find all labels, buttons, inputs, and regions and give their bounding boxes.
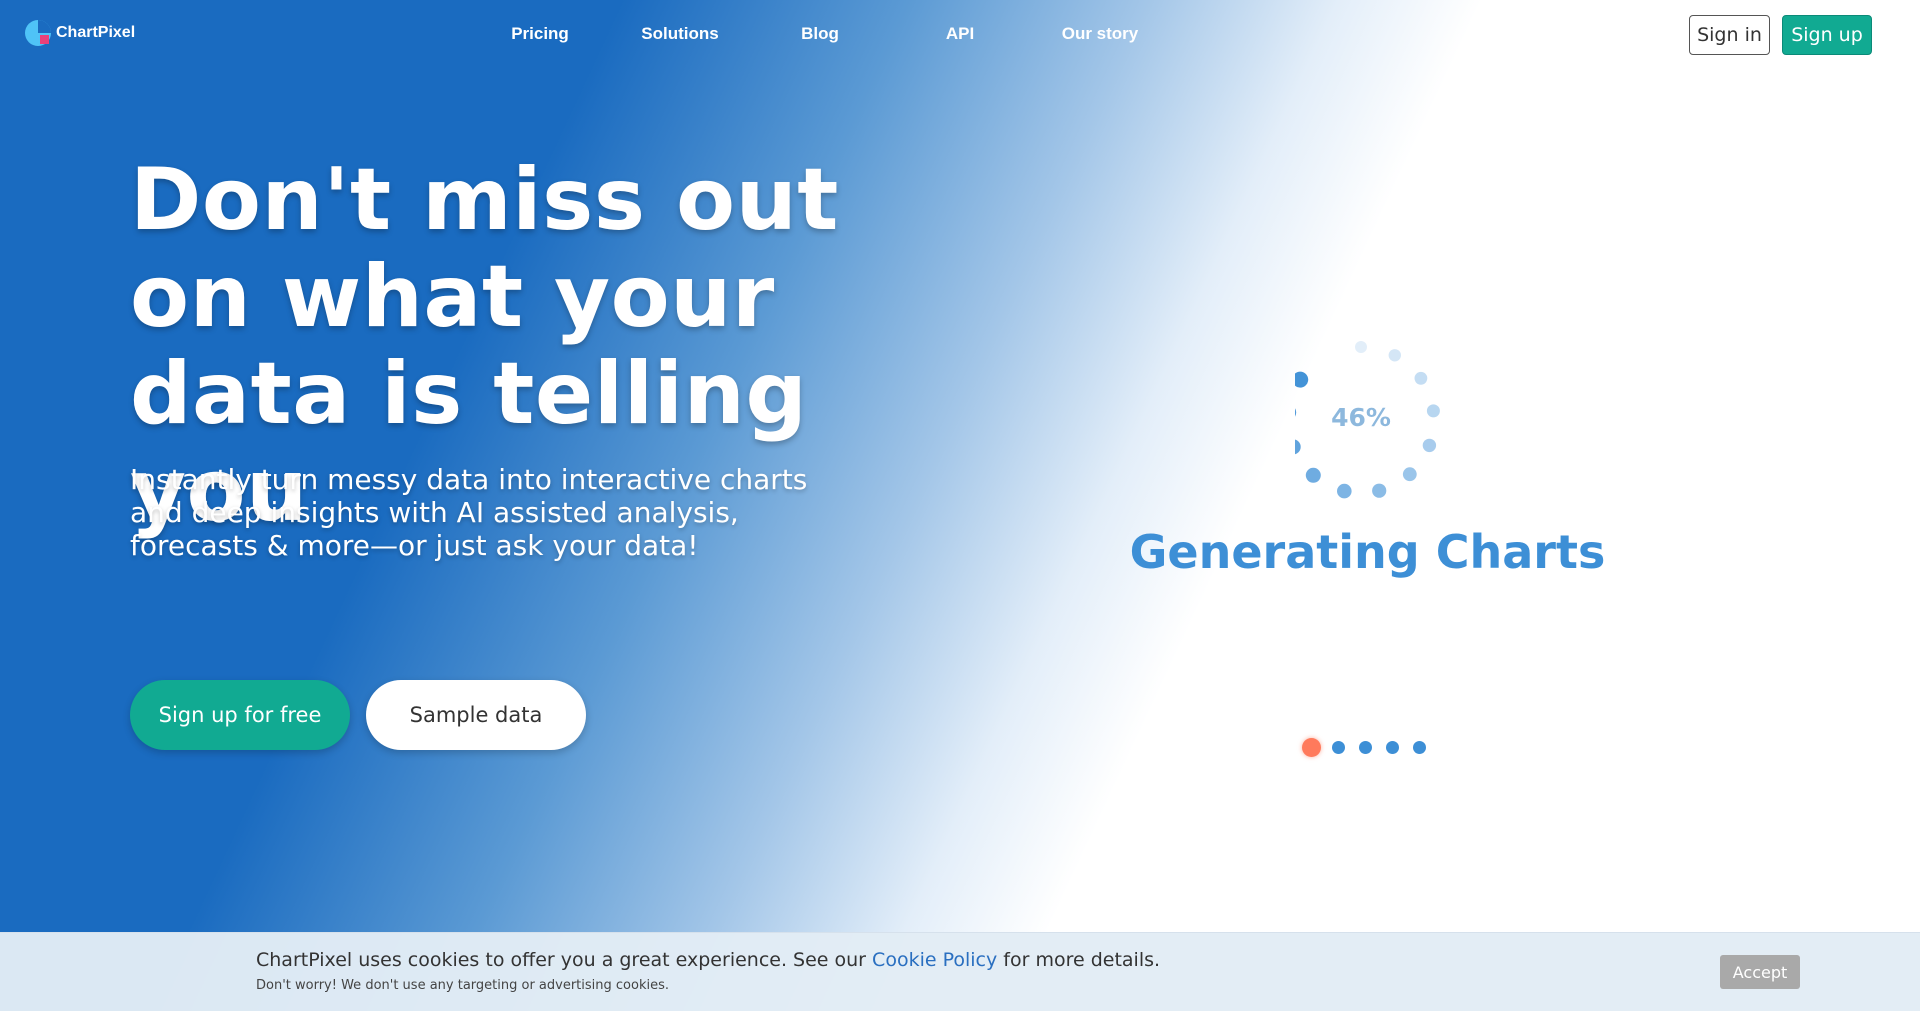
carousel-dot[interactable] [1413, 741, 1426, 754]
hero-subtitle: Instantly turn messy data into interacti… [130, 463, 830, 562]
cookie-text-after: for more details. [1003, 949, 1161, 971]
cookie-subtext: Don't worry! We don't use any targeting … [256, 978, 669, 993]
spinner-dot [1337, 483, 1352, 499]
spinner-dot [1414, 371, 1428, 385]
carousel-dots [1302, 738, 1426, 757]
cookie-text-before: ChartPixel uses cookies to offer you a g… [256, 949, 866, 971]
logo[interactable]: ChartPixel [24, 18, 135, 48]
loading-spinner: 46% [1295, 330, 1455, 510]
spinner-dot [1426, 404, 1440, 418]
logo-text: ChartPixel [56, 24, 136, 41]
spinner-dot [1372, 483, 1387, 498]
main-nav: Pricing Solutions Blog API Our story [470, 24, 1170, 44]
spinner-dot [1422, 438, 1437, 453]
carousel-dot-active[interactable] [1302, 738, 1321, 757]
sign-up-free-button[interactable]: Sign up for free [130, 680, 350, 750]
carousel-dot[interactable] [1332, 741, 1345, 754]
hero-subtitle-line: Instantly turn messy data into interacti… [130, 463, 808, 496]
spinner-dot [1388, 349, 1401, 362]
loading-title: Generating Charts [1129, 525, 1606, 579]
cookie-banner: ChartPixel uses cookies to offer you a g… [0, 932, 1920, 1011]
logo-icon [24, 18, 52, 48]
nav-item-our-story[interactable]: Our story [1030, 24, 1170, 44]
carousel-dot[interactable] [1386, 741, 1399, 754]
nav-item-solutions[interactable]: Solutions [610, 24, 750, 44]
spinner-dot [1295, 371, 1309, 388]
hero-subtitle-line: forecasts & more—or just ask your data! [130, 529, 699, 562]
nav-item-api[interactable]: API [890, 24, 1030, 44]
nav-item-blog[interactable]: Blog [750, 24, 890, 44]
progress-percent: 46% [1331, 403, 1391, 432]
spinner-dot [1402, 467, 1417, 482]
carousel-dot[interactable] [1359, 741, 1372, 754]
accept-cookies-button[interactable]: Accept [1720, 955, 1800, 989]
nav-item-pricing[interactable]: Pricing [470, 24, 610, 44]
spinner-dot [1305, 467, 1321, 483]
site-header: ChartPixel Pricing Solutions Blog API Ou… [0, 0, 1920, 70]
spinner-dot [1295, 439, 1301, 455]
cookie-message: ChartPixel uses cookies to offer you a g… [256, 949, 1160, 971]
spinner-dot [1355, 341, 1367, 353]
sign-up-button[interactable]: Sign up [1782, 15, 1872, 55]
sample-data-button[interactable]: Sample data [366, 680, 586, 750]
cookie-policy-link[interactable]: Cookie Policy [872, 949, 997, 971]
sign-in-button[interactable]: Sign in [1689, 15, 1770, 55]
hero-subtitle-line: and deep insights with AI assisted analy… [130, 496, 739, 529]
